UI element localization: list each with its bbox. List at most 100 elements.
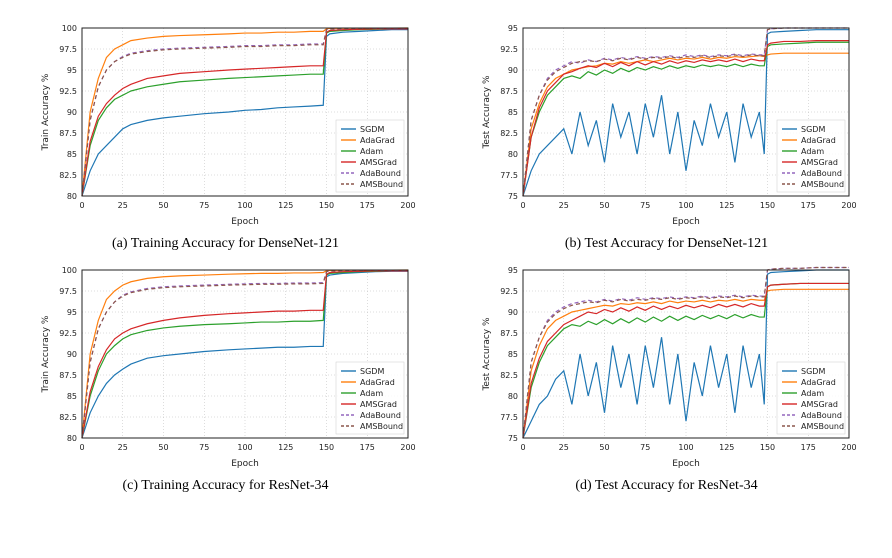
svg-text:25: 25 bbox=[117, 443, 127, 452]
svg-text:85: 85 bbox=[507, 108, 517, 117]
svg-text:150: 150 bbox=[318, 201, 333, 210]
subplot-d: 02550751001251501752007577.58082.58587.5… bbox=[461, 262, 872, 494]
x-axis-label: Epoch bbox=[231, 459, 259, 469]
subplot-a: 02550751001251501752008082.58587.59092.5… bbox=[20, 20, 431, 252]
figure-grid: 0 25 50 75 100 125 150 175 200 80 82.5 85 87.5 90 92.5… bbox=[20, 20, 872, 494]
legend-item-amsbound: AMSBound bbox=[360, 180, 403, 189]
chart-d: 02550751001251501752007577.58082.58587.5… bbox=[477, 262, 857, 472]
svg-text:92.5: 92.5 bbox=[59, 87, 77, 96]
legend-item-adagrad: AdaGrad bbox=[801, 136, 836, 145]
svg-text:150: 150 bbox=[318, 443, 333, 452]
svg-text:125: 125 bbox=[278, 443, 293, 452]
caption-a: (a) Training Accuracy for DenseNet-121 bbox=[112, 236, 339, 252]
svg-text:100: 100 bbox=[237, 201, 252, 210]
legend-item-amsbound: AMSBound bbox=[360, 422, 403, 431]
svg-text:175: 175 bbox=[359, 443, 374, 452]
legend: SGDM AdaGrad Adam AMSGrad AdaBound AMSBound bbox=[336, 120, 404, 192]
svg-text:200: 200 bbox=[400, 201, 415, 210]
legend-item-adam: Adam bbox=[360, 389, 383, 398]
legend-item-adagrad: AdaGrad bbox=[360, 378, 395, 387]
svg-text:85: 85 bbox=[66, 392, 76, 401]
svg-text:77.5: 77.5 bbox=[500, 413, 518, 422]
x-axis-label: Epoch bbox=[231, 217, 259, 227]
legend-item-amsgrad: AMSGrad bbox=[801, 158, 838, 167]
svg-text:85: 85 bbox=[507, 350, 517, 359]
svg-text:125: 125 bbox=[278, 201, 293, 210]
legend-item-adagrad: AdaGrad bbox=[801, 378, 836, 387]
y-axis-label: Train Accuracy % bbox=[41, 73, 51, 151]
svg-text:80: 80 bbox=[66, 434, 76, 443]
svg-text:90: 90 bbox=[66, 108, 76, 117]
svg-text:90: 90 bbox=[507, 308, 517, 317]
svg-text:50: 50 bbox=[599, 443, 609, 452]
svg-text:80: 80 bbox=[507, 150, 517, 159]
svg-text:100: 100 bbox=[61, 24, 76, 33]
legend-item-sgdm: SGDM bbox=[360, 367, 384, 376]
svg-text:95: 95 bbox=[507, 24, 517, 33]
legend-item-amsbound: AMSBound bbox=[801, 180, 844, 189]
svg-text:97.5: 97.5 bbox=[59, 287, 77, 296]
legend: SGDM AdaGrad Adam AMSGrad AdaBound AMSBound bbox=[777, 120, 845, 192]
legend-item-amsgrad: AMSGrad bbox=[801, 400, 838, 409]
y-axis-label: Test Accuracy % bbox=[482, 75, 492, 150]
svg-text:75: 75 bbox=[640, 201, 650, 210]
y-axis-label: Train Accuracy % bbox=[41, 315, 51, 393]
svg-text:82.5: 82.5 bbox=[500, 371, 518, 380]
legend-item-adam: Adam bbox=[360, 147, 383, 156]
svg-text:200: 200 bbox=[400, 443, 415, 452]
svg-text:92.5: 92.5 bbox=[500, 45, 518, 54]
svg-text:75: 75 bbox=[507, 434, 517, 443]
svg-text:0: 0 bbox=[79, 201, 84, 210]
svg-text:90: 90 bbox=[66, 350, 76, 359]
svg-text:82.5: 82.5 bbox=[500, 129, 518, 138]
subplot-c: 02550751001251501752008082.58587.59092.5… bbox=[20, 262, 431, 494]
svg-text:92.5: 92.5 bbox=[59, 329, 77, 338]
svg-text:100: 100 bbox=[678, 201, 693, 210]
legend-item-adabound: AdaBound bbox=[801, 411, 842, 420]
legend: SGDMAdaGradAdamAMSGradAdaBoundAMSBound bbox=[336, 362, 404, 434]
svg-text:100: 100 bbox=[678, 443, 693, 452]
subplot-b: 02550751001251501752007577.58082.58587.5… bbox=[461, 20, 872, 252]
svg-text:80: 80 bbox=[507, 392, 517, 401]
svg-text:175: 175 bbox=[800, 201, 815, 210]
caption-b: (b) Test Accuracy for DenseNet-121 bbox=[565, 236, 768, 252]
legend-item-adam: Adam bbox=[801, 147, 824, 156]
svg-text:200: 200 bbox=[841, 201, 856, 210]
svg-text:0: 0 bbox=[520, 443, 525, 452]
legend-item-sgdm: SGDM bbox=[801, 367, 825, 376]
svg-text:90: 90 bbox=[507, 66, 517, 75]
svg-text:77.5: 77.5 bbox=[500, 171, 518, 180]
svg-text:50: 50 bbox=[158, 443, 168, 452]
svg-text:75: 75 bbox=[640, 443, 650, 452]
svg-text:175: 175 bbox=[800, 443, 815, 452]
chart-a: 02550751001251501752008082.58587.59092.5… bbox=[36, 20, 416, 230]
svg-text:87.5: 87.5 bbox=[500, 329, 518, 338]
svg-text:175: 175 bbox=[359, 201, 374, 210]
legend-item-amsgrad: AMSGrad bbox=[360, 158, 397, 167]
svg-text:75: 75 bbox=[199, 201, 209, 210]
svg-text:25: 25 bbox=[558, 201, 568, 210]
svg-text:82.5: 82.5 bbox=[59, 413, 77, 422]
legend-item-adagrad: AdaGrad bbox=[360, 136, 395, 145]
chart-b: 02550751001251501752007577.58082.58587.5… bbox=[477, 20, 857, 230]
legend-item-adam: Adam bbox=[801, 389, 824, 398]
svg-text:92.5: 92.5 bbox=[500, 287, 518, 296]
legend-item-adabound: AdaBound bbox=[360, 169, 401, 178]
legend-item-amsgrad: AMSGrad bbox=[360, 400, 397, 409]
x-axis-label: Epoch bbox=[672, 459, 700, 469]
legend-item-sgdm: SGDM bbox=[360, 125, 384, 134]
legend: SGDM AdaGrad Adam AMSGrad AdaBound AMSBound bbox=[777, 362, 845, 434]
svg-text:87.5: 87.5 bbox=[59, 371, 77, 380]
x-axis-label: Epoch bbox=[672, 217, 700, 227]
legend-item-amsbound: AMSBound bbox=[801, 422, 844, 431]
svg-text:150: 150 bbox=[759, 443, 774, 452]
svg-text:80: 80 bbox=[66, 192, 76, 201]
legend-item-sgdm: SGDM bbox=[801, 125, 825, 134]
legend-item-adabound: AdaBound bbox=[801, 169, 842, 178]
svg-text:100: 100 bbox=[61, 266, 76, 275]
svg-text:50: 50 bbox=[599, 201, 609, 210]
svg-text:125: 125 bbox=[719, 201, 734, 210]
svg-text:87.5: 87.5 bbox=[500, 87, 518, 96]
svg-text:0: 0 bbox=[520, 201, 525, 210]
svg-text:25: 25 bbox=[117, 201, 127, 210]
